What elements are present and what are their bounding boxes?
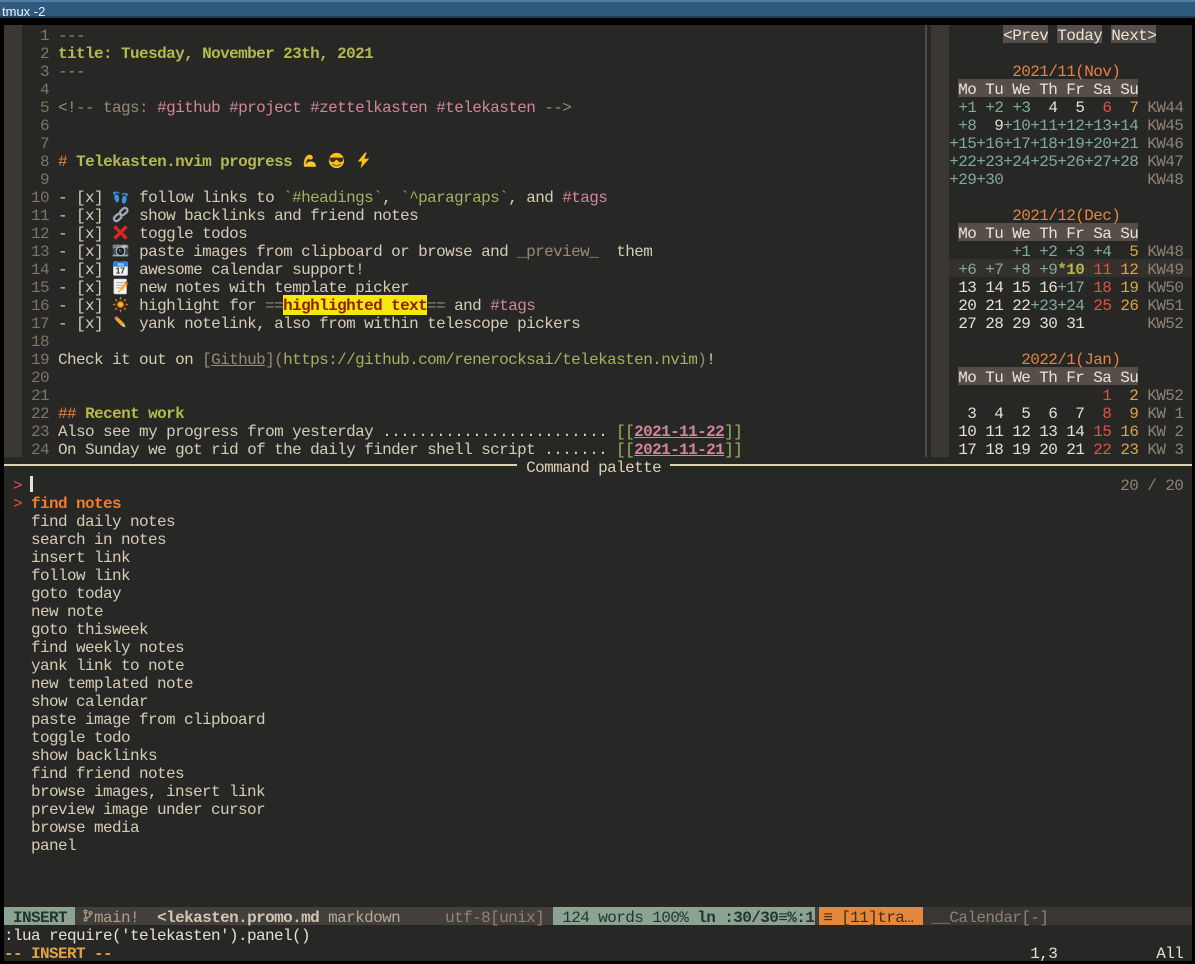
svg-text:17: 17: [116, 266, 126, 276]
